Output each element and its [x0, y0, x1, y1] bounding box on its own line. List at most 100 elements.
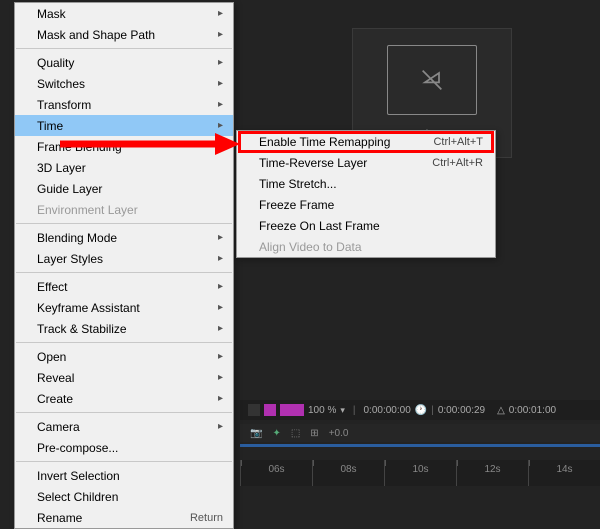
menu-label: Freeze On Last Frame [259, 219, 483, 233]
menu-item-keyframe-assistant[interactable]: Keyframe Assistant▸ [15, 297, 233, 318]
dropdown-icon[interactable]: ▾ [340, 405, 345, 416]
menu-item-effect[interactable]: Effect▸ [15, 276, 233, 297]
menu-label: Quality [37, 56, 218, 70]
chevron-right-icon: ▸ [218, 253, 223, 264]
chevron-right-icon: ▸ [218, 393, 223, 404]
ruler-tick: 08s [312, 460, 384, 486]
chevron-right-icon: ▸ [218, 421, 223, 432]
menu-separator [16, 461, 232, 462]
ruler-tick: 12s [456, 460, 528, 486]
menu-item-3d-layer[interactable]: 3D Layer [15, 157, 233, 178]
submenu-item-time-reverse-layer[interactable]: Time-Reverse Layer Ctrl+Alt+R [237, 152, 495, 173]
chevron-right-icon: ▸ [218, 78, 223, 89]
ruler-tick: 10s [384, 460, 456, 486]
submenu-item-freeze-on-last-frame[interactable]: Freeze On Last Frame [237, 215, 495, 236]
time-icon[interactable]: 🕐 [415, 405, 427, 416]
menu-item-quality[interactable]: Quality▸ [15, 52, 233, 73]
swatch-dark[interactable] [248, 404, 260, 416]
zoom-level[interactable]: 100 % [308, 405, 336, 416]
viewer-toolbar: 100 % ▾ | 0:00:00:00 🕐 | 0:00:00:29 △ 0:… [240, 400, 600, 420]
chevron-right-icon: ▸ [218, 57, 223, 68]
menu-label: Blending Mode [37, 231, 218, 245]
menu-item-invert-selection[interactable]: Invert Selection [15, 465, 233, 486]
ruler-tick: 14s [528, 460, 600, 486]
menu-item-time[interactable]: Time▸ [15, 115, 233, 136]
snapshot-icon[interactable]: 📷 [250, 428, 262, 439]
menu-label: Reveal [37, 371, 218, 385]
menu-item-open[interactable]: Open▸ [15, 346, 233, 367]
menu-label: Rename [37, 511, 190, 525]
menu-shortcut: Return [190, 512, 223, 524]
menu-separator [16, 223, 232, 224]
chevron-right-icon: ▸ [218, 281, 223, 292]
current-time[interactable]: 0:00:00:00 [364, 405, 411, 416]
menu-item-mask[interactable]: Mask▸ [15, 3, 233, 24]
chevron-right-icon: ▸ [218, 141, 223, 152]
menu-label: Transform [37, 98, 218, 112]
menu-item-camera[interactable]: Camera▸ [15, 416, 233, 437]
menu-label: Align Video to Data [259, 240, 483, 254]
menu-separator [16, 342, 232, 343]
menu-label: Guide Layer [37, 182, 223, 196]
menu-item-guide-layer[interactable]: Guide Layer [15, 178, 233, 199]
submenu-item-time-stretch[interactable]: Time Stretch... [237, 173, 495, 194]
menu-label: Enable Time Remapping [259, 135, 433, 149]
menu-label: Open [37, 350, 218, 364]
menu-label: Keyframe Assistant [37, 301, 218, 315]
layer-context-menu: Mask▸ Mask and Shape Path▸ Quality▸ Swit… [14, 2, 234, 529]
menu-item-track-stabilize[interactable]: Track & Stabilize▸ [15, 318, 233, 339]
menu-separator [16, 412, 232, 413]
menu-item-frame-blending[interactable]: Frame Blending▸ [15, 136, 233, 157]
menu-label: Layer Styles [37, 252, 218, 266]
settings-icon[interactable]: ⊞ [310, 428, 318, 439]
menu-label: Track & Stabilize [37, 322, 218, 336]
chevron-right-icon: ▸ [218, 372, 223, 383]
menu-label: Time [37, 119, 218, 133]
new-composition-icon [387, 45, 477, 115]
menu-shortcut: Ctrl+Alt+R [432, 157, 483, 169]
time-submenu: Enable Time Remapping Ctrl+Alt+T Time-Re… [236, 130, 496, 258]
chevron-right-icon: ▸ [218, 8, 223, 19]
menu-item-environment-layer: Environment Layer [15, 199, 233, 220]
menu-label: Camera [37, 420, 218, 434]
menu-item-precompose[interactable]: Pre-compose... [15, 437, 233, 458]
timeline-ruler[interactable]: 06s 08s 10s 12s 14s [240, 460, 600, 486]
menu-label: Mask and Shape Path [37, 28, 218, 42]
menu-label: Mask [37, 7, 218, 21]
menu-item-mask-shape[interactable]: Mask and Shape Path▸ [15, 24, 233, 45]
menu-item-rename[interactable]: RenameReturn [15, 507, 233, 528]
menu-item-reveal[interactable]: Reveal▸ [15, 367, 233, 388]
timeline-toolbar: 📷 ✦ ⬚ ⊞ +0.0 [240, 424, 600, 442]
chevron-right-icon: ▸ [218, 232, 223, 243]
menu-item-transform[interactable]: Transform▸ [15, 94, 233, 115]
menu-label: Select Children [37, 490, 223, 504]
submenu-item-align-video-to-data: Align Video to Data [237, 236, 495, 257]
end-time: 0:00:01:00 [509, 405, 556, 416]
swatch-magenta-wide[interactable] [280, 404, 304, 416]
menu-separator [16, 48, 232, 49]
menu-label: Pre-compose... [37, 441, 223, 455]
color-icon[interactable]: ✦ [272, 428, 280, 439]
menu-label: 3D Layer [37, 161, 223, 175]
submenu-item-freeze-frame[interactable]: Freeze Frame [237, 194, 495, 215]
menu-label: Time-Reverse Layer [259, 156, 432, 170]
menu-item-switches[interactable]: Switches▸ [15, 73, 233, 94]
menu-shortcut: Ctrl+Alt+T [433, 136, 483, 148]
swatch-magenta[interactable] [264, 404, 276, 416]
chevron-right-icon: ▸ [218, 29, 223, 40]
menu-label: Environment Layer [37, 203, 223, 217]
menu-label: Invert Selection [37, 469, 223, 483]
menu-item-blending-mode[interactable]: Blending Mode▸ [15, 227, 233, 248]
menu-label: Effect [37, 280, 218, 294]
offset-value[interactable]: +0.0 [329, 428, 349, 439]
ruler-tick: 06s [240, 460, 312, 486]
timeline-workarea-bar[interactable] [240, 444, 600, 447]
menu-label: Frame Blending [37, 140, 218, 154]
menu-item-create[interactable]: Create▸ [15, 388, 233, 409]
duration: 0:00:00:29 [438, 405, 485, 416]
menu-label: Create [37, 392, 218, 406]
chevron-right-icon: ▸ [218, 302, 223, 313]
switch-icon[interactable]: ⬚ [291, 428, 300, 439]
menu-item-layer-styles[interactable]: Layer Styles▸ [15, 248, 233, 269]
submenu-item-enable-time-remapping[interactable]: Enable Time Remapping Ctrl+Alt+T [237, 131, 495, 152]
